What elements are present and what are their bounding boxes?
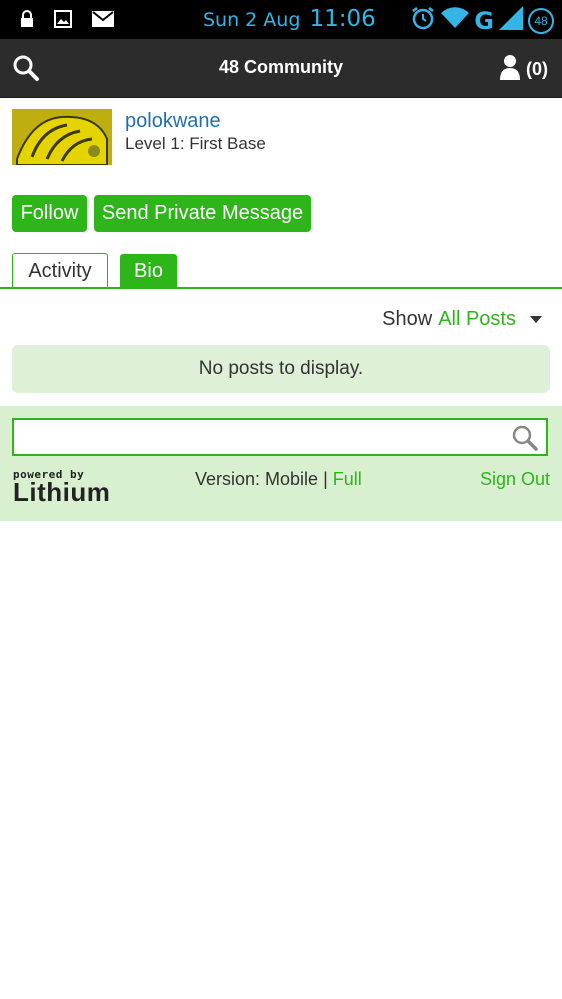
notification-count: (0) <box>526 59 548 79</box>
profile-level: Level 1: First Base <box>125 134 266 153</box>
version-label: Version: Mobile | <box>195 469 328 489</box>
signal-icon <box>499 6 523 35</box>
battery-indicator: 48 <box>528 7 554 34</box>
search-icon[interactable] <box>512 425 538 456</box>
page-title: 48 Community <box>218 57 344 77</box>
tab-bio[interactable]: Bio <box>120 254 177 288</box>
network-type: G <box>474 6 494 35</box>
footer: powered by Lithium Version: Mobile | Ful… <box>0 406 562 521</box>
user-icon <box>500 54 520 85</box>
wifi-icon <box>441 7 470 34</box>
chevron-down-icon[interactable] <box>530 316 542 323</box>
status-time: 11:06 <box>309 6 376 32</box>
lock-icon <box>20 10 34 33</box>
avatar <box>12 109 112 165</box>
send-private-message-button[interactable]: Send Private Message <box>94 195 311 232</box>
status-date: Sun 2 Aug <box>203 9 301 31</box>
follow-button[interactable]: Follow <box>12 195 87 232</box>
tab-activity[interactable]: Activity <box>12 253 108 289</box>
empty-posts-message: No posts to display. <box>12 345 550 393</box>
filter-label: Show <box>382 308 433 330</box>
status-right-icons: G 48 <box>410 5 554 36</box>
status-left-icons <box>20 10 114 33</box>
alarm-icon <box>410 5 436 36</box>
status-datetime: Sun 2 Aug 11:06 <box>203 6 376 32</box>
user-notifications[interactable]: (0) <box>500 54 548 85</box>
tab-underline <box>0 287 562 289</box>
image-icon <box>54 10 72 33</box>
lithium-brand: Lithium <box>13 477 111 507</box>
app-header: 48 Community (0) <box>0 39 562 98</box>
version-full-link[interactable]: Full <box>333 469 362 489</box>
sign-out-link[interactable]: Sign Out <box>480 469 550 490</box>
mail-icon <box>92 11 114 32</box>
version-switcher: Version: Mobile | Full <box>195 469 362 490</box>
filter-value[interactable]: All Posts <box>438 308 516 331</box>
footer-search-input[interactable] <box>12 418 548 456</box>
powered-by-logo[interactable]: powered by Lithium <box>13 468 110 508</box>
profile-username[interactable]: polokwane <box>125 110 221 133</box>
post-filter[interactable]: Show All Posts <box>382 308 542 331</box>
status-bar: Sun 2 Aug 11:06 G 48 <box>0 0 562 39</box>
